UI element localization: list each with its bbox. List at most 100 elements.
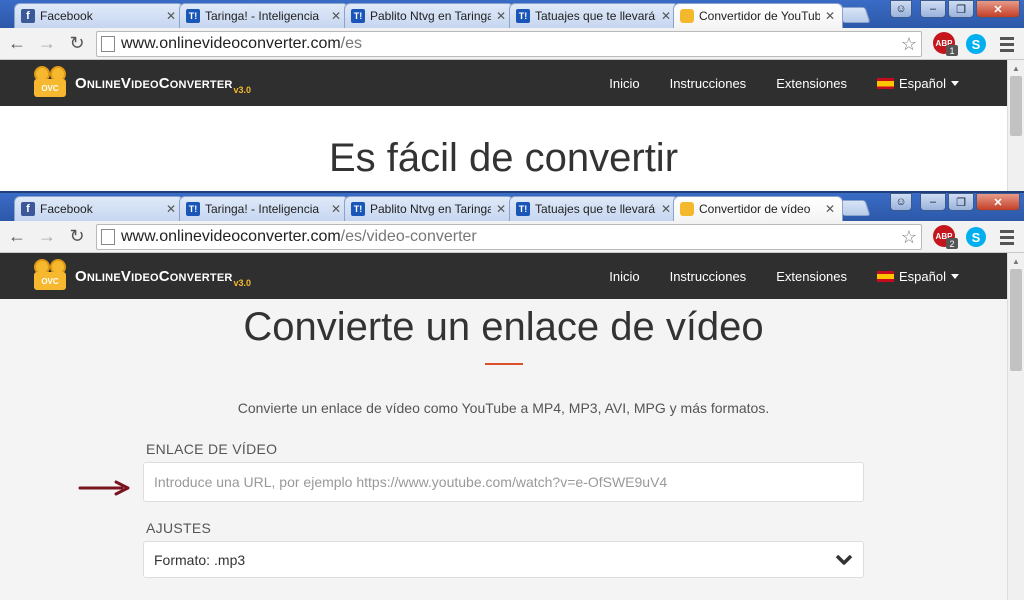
site-logo[interactable]: OVC OnlineVideoConverter v3.0 xyxy=(32,66,251,98)
tab-title: Convertidor de YouTube xyxy=(699,9,820,23)
format-select[interactable]: Formato: .mp3 xyxy=(143,541,864,578)
skype-icon[interactable]: S xyxy=(966,34,986,54)
close-window-button[interactable]: ✕ xyxy=(976,193,1020,211)
language-selector[interactable]: Español xyxy=(877,269,959,284)
close-icon[interactable]: ✕ xyxy=(660,202,672,216)
browser-toolbar: ← → ↻ www.onlinevideoconverter.com/es/vi… xyxy=(0,221,1024,253)
browser-window-top: f Facebook ✕ T! Taringa! - Inteligencia … xyxy=(0,0,1024,192)
page-icon xyxy=(101,36,115,52)
minimize-button[interactable]: – xyxy=(920,193,946,211)
tab-tatuajes[interactable]: T! Tatuajes que te llevarán ✕ xyxy=(509,3,679,28)
taringa-icon: T! xyxy=(351,9,365,23)
site-logo[interactable]: OVC OnlineVideoConverter v3.0 xyxy=(32,259,251,291)
close-window-button[interactable]: ✕ xyxy=(976,0,1020,18)
scroll-up-arrow[interactable]: ▲ xyxy=(1008,253,1024,269)
close-icon[interactable]: ✕ xyxy=(165,9,177,23)
star-icon[interactable]: ☆ xyxy=(901,227,917,248)
camera-logo-icon: OVC xyxy=(32,259,70,291)
language-label: Español xyxy=(899,75,946,91)
tab-pablito[interactable]: T! Pablito Ntvg en Taringa ✕ xyxy=(344,3,514,28)
format-value: .mp3 xyxy=(214,551,246,568)
window-controls: ☺ – ❐ ✕ xyxy=(890,0,1020,18)
reload-button[interactable]: ↻ xyxy=(64,31,90,57)
tab-facebook[interactable]: f Facebook ✕ xyxy=(14,3,184,28)
nav-instrucciones[interactable]: Instrucciones xyxy=(670,76,747,91)
tab-taringa-inteligencia[interactable]: T! Taringa! - Inteligencia ✕ xyxy=(179,3,349,28)
maximize-button[interactable]: ❐ xyxy=(948,193,974,211)
hero-heading: Es fácil de convertir xyxy=(328,136,679,180)
tab-title: Taringa! - Inteligencia xyxy=(205,9,320,23)
tab-strip: f Facebook ✕ T! Taringa! - Inteligencia … xyxy=(0,0,1024,28)
url-host: www.onlinevideoconverter.com xyxy=(121,228,341,245)
settings-label: AJUSTES xyxy=(146,520,212,536)
tab-taringa-inteligencia[interactable]: T! Taringa! - Inteligencia ✕ xyxy=(179,196,349,221)
video-url-field[interactable] xyxy=(143,462,864,502)
menu-icon[interactable] xyxy=(998,227,1016,247)
nav-extensiones[interactable]: Extensiones xyxy=(776,76,847,91)
logo-badge: OVC xyxy=(34,79,66,97)
tab-tatuajes[interactable]: T! Tatuajes que te llevarán ✕ xyxy=(509,196,679,221)
scroll-up-arrow[interactable]: ▲ xyxy=(1008,60,1024,76)
converter-description: Convierte un enlace de vídeo como YouTub… xyxy=(237,400,770,416)
close-icon[interactable]: ✕ xyxy=(824,9,836,23)
scrollbar-thumb[interactable] xyxy=(1010,269,1022,371)
tab-title: Pablito Ntvg en Taringa xyxy=(370,202,491,216)
forward-button[interactable]: → xyxy=(34,224,60,250)
site-navbar: OVC OnlineVideoConverter v3.0 Inicio Ins… xyxy=(0,253,1007,299)
user-icon[interactable]: ☺ xyxy=(890,0,912,18)
tab-facebook[interactable]: f Facebook ✕ xyxy=(14,196,184,221)
close-icon[interactable]: ✕ xyxy=(330,9,342,23)
facebook-icon: f xyxy=(21,9,35,23)
scrollbar-thumb[interactable] xyxy=(1010,76,1022,136)
address-bar[interactable]: www.onlinevideoconverter.com/es/video-co… xyxy=(96,224,922,250)
taringa-icon: T! xyxy=(516,9,530,23)
language-selector[interactable]: Español xyxy=(877,76,959,91)
converter-section: Convierte un enlace de vídeo Convierte u… xyxy=(0,299,1007,600)
tab-strip: f Facebook ✕ T! Taringa! - Inteligencia … xyxy=(0,193,1024,221)
scrollbar[interactable]: ▲ xyxy=(1007,60,1024,191)
menu-icon[interactable] xyxy=(998,34,1016,54)
hero-section: Es fácil de convertir xyxy=(0,106,1007,191)
forward-button[interactable]: → xyxy=(34,31,60,57)
nav-inicio[interactable]: Inicio xyxy=(609,269,639,284)
tab-title: Tatuajes que te llevarán xyxy=(535,9,656,23)
scrollbar[interactable]: ▲ xyxy=(1007,253,1024,600)
address-bar[interactable]: www.onlinevideoconverter.com/es ☆ xyxy=(96,31,922,57)
caret-down-icon xyxy=(951,273,959,279)
tab-convertidor[interactable]: Convertidor de vídeo ✕ xyxy=(673,196,843,221)
format-prefix: Formato: xyxy=(154,551,211,568)
nav-extensiones[interactable]: Extensiones xyxy=(776,269,847,284)
close-icon[interactable]: ✕ xyxy=(495,9,507,23)
back-button[interactable]: ← xyxy=(4,31,30,57)
tab-pablito[interactable]: T! Pablito Ntvg en Taringa ✕ xyxy=(344,196,514,221)
back-button[interactable]: ← xyxy=(4,224,30,250)
close-icon[interactable]: ✕ xyxy=(824,202,836,216)
logo-version: v3.0 xyxy=(233,278,252,288)
logo-name: OnlineVideoConverter xyxy=(75,75,233,92)
video-url-input[interactable] xyxy=(154,474,853,490)
tab-title: Taringa! - Inteligencia xyxy=(205,202,320,216)
close-icon[interactable]: ✕ xyxy=(330,202,342,216)
url-host: www.onlinevideoconverter.com xyxy=(121,35,341,52)
nav-inicio[interactable]: Inicio xyxy=(609,76,639,91)
nav-instrucciones[interactable]: Instrucciones xyxy=(670,269,747,284)
browser-window-bottom: f Facebook ✕ T! Taringa! - Inteligencia … xyxy=(0,193,1024,600)
maximize-button[interactable]: ❐ xyxy=(948,0,974,18)
skype-icon[interactable]: S xyxy=(966,227,986,247)
tab-title: Convertidor de vídeo xyxy=(699,202,811,216)
nav-links: Inicio Instrucciones Extensiones Español xyxy=(609,253,959,299)
close-icon[interactable]: ✕ xyxy=(165,202,177,216)
caret-down-icon xyxy=(951,80,959,86)
spain-flag-icon xyxy=(877,270,895,282)
logo-name: OnlineVideoConverter xyxy=(75,268,233,285)
facebook-icon: f xyxy=(21,202,35,216)
video-link-label: ENLACE DE VÍDEO xyxy=(146,441,278,457)
close-icon[interactable]: ✕ xyxy=(660,9,672,23)
tab-convertidor[interactable]: Convertidor de YouTube ✕ xyxy=(673,3,843,28)
reload-button[interactable]: ↻ xyxy=(64,224,90,250)
star-icon[interactable]: ☆ xyxy=(901,34,917,55)
close-icon[interactable]: ✕ xyxy=(495,202,507,216)
user-icon[interactable]: ☺ xyxy=(890,193,912,211)
converter-heading: Convierte un enlace de vídeo xyxy=(243,305,764,349)
minimize-button[interactable]: – xyxy=(920,0,946,18)
